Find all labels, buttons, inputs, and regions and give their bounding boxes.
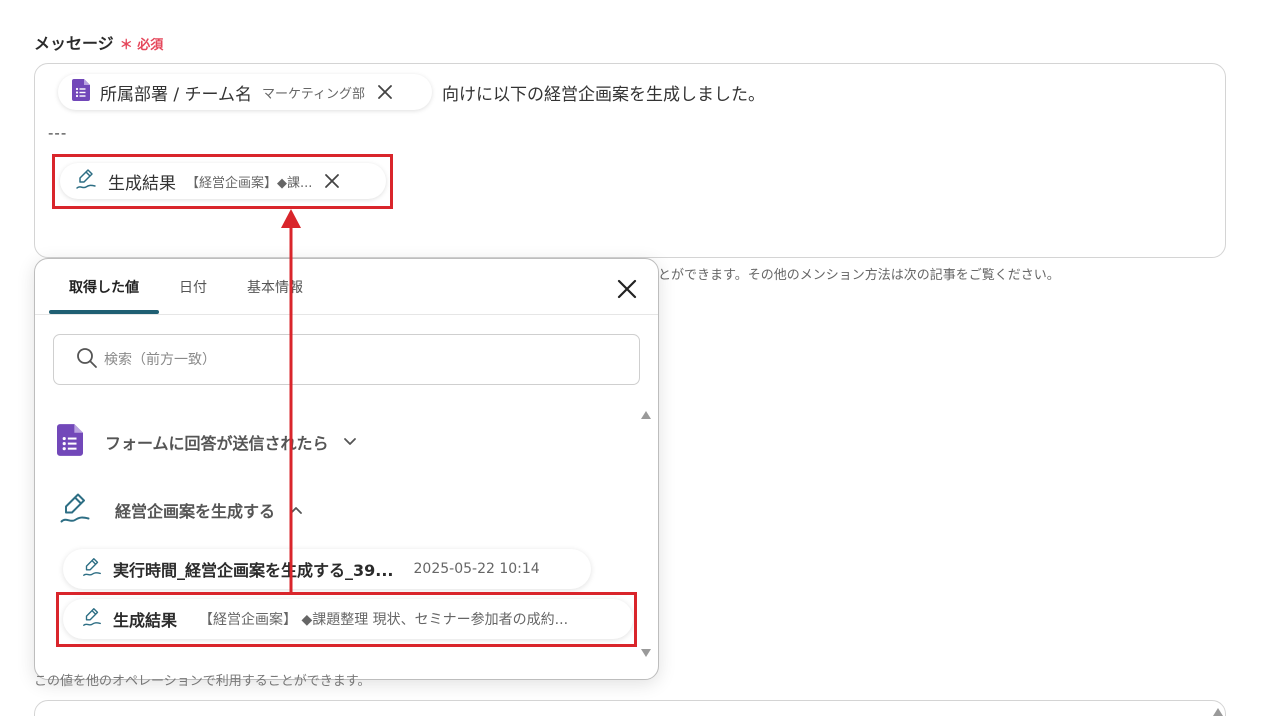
chevron-down-icon: [343, 437, 357, 447]
chip-value: マーケティング部: [262, 86, 365, 102]
list-item-execution-time[interactable]: 実行時間_経営企画案を生成する_39... 2025-05-22 10:14: [63, 549, 591, 589]
google-forms-icon: [72, 79, 90, 105]
message-label-text: メッセージ: [34, 34, 114, 53]
chevron-up-icon: [289, 505, 303, 515]
item-title: 実行時間_経営企画案を生成する_39...: [113, 561, 394, 580]
highlight-box-selected-item: [56, 592, 637, 647]
mention-chip-department[interactable]: 所属部署 / チーム名 マーケティング部: [58, 74, 432, 110]
page: メッセージ ＊ 必須 所属部署 / チーム名 マーケティング部 向けに以下の経営企…: [0, 0, 1270, 716]
ai-pen-icon: [81, 556, 103, 582]
required-mark: ＊: [119, 38, 133, 53]
required-indicator: ＊ 必須: [120, 38, 164, 53]
ai-pen-icon: [57, 490, 93, 530]
group-label: フォームに回答が送信されたら: [105, 434, 329, 453]
scroll-down-arrow[interactable]: [641, 649, 651, 657]
tab-basic-info[interactable]: 基本情報: [227, 259, 323, 314]
close-icon: [617, 279, 637, 299]
message-text: 向けに以下の経営企画案を生成しました。: [442, 85, 765, 105]
scroll-up-arrow[interactable]: [641, 411, 651, 419]
message-field-label: メッセージ ＊ 必須: [34, 30, 163, 54]
search-field[interactable]: [53, 334, 640, 385]
required-text: 必須: [137, 38, 164, 53]
picker-tabs: 取得した値 日付 基本情報: [49, 259, 323, 314]
separator-text: ---: [48, 124, 68, 142]
bottom-hint-text: この値を他のオペレーションで利用することができます。: [34, 674, 371, 689]
close-popup-button[interactable]: [615, 277, 639, 301]
group-label: 経営企画案を生成する: [115, 502, 276, 521]
tab-acquired-values[interactable]: 取得した値: [49, 259, 159, 314]
highlight-box-inserted-chip: [52, 154, 393, 209]
item-value: 2025-05-22 10:14: [413, 561, 540, 577]
close-icon[interactable]: [377, 84, 393, 100]
tabs-divider: [35, 314, 658, 315]
mention-hint-text: とができます。その他のメンション方法は次の記事をご覧ください。: [658, 268, 1060, 283]
tab-date[interactable]: 日付: [159, 259, 227, 314]
next-input-field[interactable]: [34, 700, 1226, 716]
chip-label: 所属部署 / チーム名: [100, 84, 253, 105]
scroll-up-arrow[interactable]: [1213, 708, 1223, 716]
search-input[interactable]: [104, 351, 604, 368]
group-generate-plan[interactable]: 経営企画案を生成する: [57, 490, 303, 530]
google-forms-icon: [57, 424, 83, 460]
search-icon: [76, 347, 98, 373]
group-form-submitted[interactable]: フォームに回答が送信されたら: [57, 424, 357, 460]
